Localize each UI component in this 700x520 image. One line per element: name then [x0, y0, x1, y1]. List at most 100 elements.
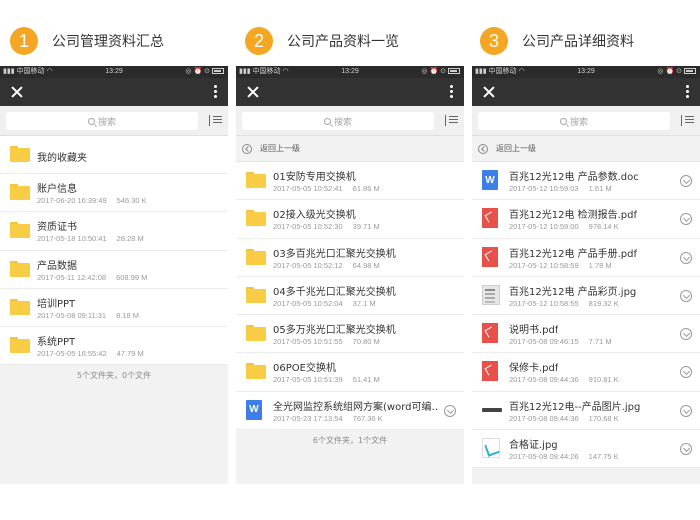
search-input[interactable]: 搜索 [242, 112, 434, 130]
chevron-down-icon[interactable] [680, 251, 692, 264]
item-meta: 2017-06-20 16:39:49 546.30 K [37, 196, 147, 205]
back-to-parent[interactable]: 返回上一级 [236, 136, 464, 162]
phone-screen-1: ▮▮▮ 中国移动 ◠ 13:29 ◎ ⏰ ⊙ 搜索 我的收藏夹 账户信息 201… [0, 66, 228, 484]
item-name: 06POE交换机 [273, 363, 336, 375]
list-item[interactable]: 系统PPT 2017-05-05 16:55:42 47.79 M [0, 327, 228, 366]
item-name: 百兆12光12电 检测报告.pdf [509, 210, 638, 222]
pdf-icon [482, 246, 498, 267]
item-meta: 2017-05-08 09:44:36 170.68 K [509, 413, 619, 423]
list-item-file[interactable]: W 百兆12光12电 产品参数.doc 2017-05-12 10:59:03 1… [472, 162, 700, 201]
list-item[interactable]: 培训PPT 2017-05-08 09:11:31 8.18 M [0, 288, 228, 328]
list-item-file[interactable]: 百兆12光12电 产品手册.pdf 2017-05-12 10:58:59 1.7… [472, 238, 700, 277]
top-toolbar [236, 78, 464, 106]
sort-icon[interactable] [680, 114, 694, 128]
chevron-down-icon[interactable] [444, 404, 456, 417]
item-name: 我的收藏夹 [37, 153, 87, 164]
list-item[interactable]: 03多百兆光口汇聚光交换机 2017-05-05 10:52:12 64.98 M [236, 238, 464, 277]
folder-icon [10, 298, 30, 315]
step-3-header: 3 公司产品详细资料 [480, 26, 634, 56]
item-meta: 2017-05-05 10:51:39 51.41 M [273, 375, 380, 385]
back-arrow-icon [478, 143, 488, 154]
item-meta: 2017-05-08 09:11:31 8.18 M [37, 310, 140, 320]
list-item-file[interactable]: 说明书.pdf 2017-05-08 09:46:15 7.71 M [472, 315, 700, 354]
list-item[interactable]: 05多万兆光口汇聚光交换机 2017-05-05 10:51:55 70.80 M [236, 315, 464, 354]
more-menu-icon[interactable] [214, 85, 218, 99]
folder-icon [10, 260, 30, 277]
list-item[interactable]: 06POE交换机 2017-05-05 10:51:39 51.41 M [236, 353, 464, 392]
search-input[interactable]: 搜索 [478, 112, 670, 130]
search-bar: 搜索 [236, 106, 464, 136]
list-item-favorites[interactable]: 我的收藏夹 [0, 136, 228, 174]
status-bar: ▮▮▮ 中国移动 ◠ 13:29 ◎ ⏰ ⊙ [0, 66, 228, 78]
list-item[interactable]: 02接入级光交换机 2017-05-05 10:52:30 39.71 M [236, 200, 464, 239]
list-item[interactable]: 账户信息 2017-06-20 16:39:49 546.30 K [0, 174, 228, 213]
step-title: 公司管理资料汇总 [52, 34, 164, 50]
list-footer-count: 5个文件夹，0个文件 [0, 365, 228, 388]
item-meta: 2017-05-08 09:44:26 147.75 K [509, 452, 619, 462]
back-to-parent[interactable]: 返回上一级 [472, 136, 700, 162]
item-meta: 2017-05-23 17:13:54 767.36 K [273, 413, 383, 423]
search-icon [559, 117, 567, 125]
search-input[interactable]: 搜索 [6, 112, 198, 130]
list-item-file[interactable]: 百兆12光12电 检测报告.pdf 2017-05-12 10:59:00 978… [472, 200, 700, 239]
item-name: 百兆12光12电 产品手册.pdf [509, 248, 638, 260]
chevron-down-icon[interactable] [680, 213, 692, 226]
list-item-file[interactable]: 百兆12光12电 产品彩页.jpg 2017-05-12 10:58:55 819… [472, 276, 700, 316]
item-name: 02接入级光交换机 [273, 210, 356, 222]
chevron-down-icon[interactable] [680, 328, 692, 341]
battery-icon [684, 68, 696, 75]
close-icon[interactable] [480, 82, 500, 102]
status-bar: ▮▮▮ 中国移动 ◠ 13:29 ◎ ⏰ ⊙ [472, 66, 700, 78]
item-name: 百兆12光12电 产品彩页.jpg [509, 286, 637, 298]
back-label: 返回上一级 [260, 144, 300, 153]
item-meta: 2017-05-12 10:59:03 1.61 M [509, 184, 612, 193]
certificate-thumbnail-icon [482, 438, 500, 459]
item-name: 01安防专用交换机 [273, 172, 356, 183]
more-menu-icon[interactable] [450, 85, 454, 99]
item-name: 资质证书 [37, 222, 77, 234]
list-item[interactable]: 01安防专用交换机 2017-05-05 10:52:41 61.86 M [236, 162, 464, 201]
status-icons: ◎ ⏰ ⊙ [657, 66, 696, 78]
list-item-file[interactable]: 百兆12光12电--产品图片.jpg 2017-05-08 09:44:36 17… [472, 391, 700, 431]
list-item[interactable]: 资质证书 2017-05-18 10:50:41 28.28 M [0, 212, 228, 251]
item-name: 合格证.jpg [509, 440, 558, 452]
list-item[interactable]: 04多千兆光口汇聚光交换机 2017-05-05 10:52:04 37.1 M [236, 276, 464, 316]
back-arrow-icon [242, 143, 252, 154]
folder-icon [246, 286, 266, 303]
item-meta: 2017-05-12 10:58:55 819.32 K [509, 298, 619, 308]
chevron-down-icon[interactable] [680, 443, 692, 456]
back-label: 返回上一级 [496, 144, 536, 153]
item-name: 账户信息 [37, 184, 77, 195]
folder-icon [246, 363, 266, 380]
step-number: 2 [245, 27, 273, 55]
list-item-file[interactable]: 保修卡.pdf 2017-05-08 09:44:36 910.81 K [472, 353, 700, 392]
word-doc-icon: W [246, 399, 262, 420]
step-title: 公司产品详细资料 [522, 34, 634, 50]
more-menu-icon[interactable] [686, 85, 690, 99]
item-meta: 2017-05-05 10:52:30 39.71 M [273, 222, 380, 232]
close-icon[interactable] [244, 82, 264, 102]
battery-icon [212, 68, 224, 75]
step-number: 1 [10, 27, 38, 55]
image-thumbnail-icon [482, 284, 500, 305]
chevron-down-icon[interactable] [680, 289, 692, 302]
list-footer-count: 6个文件夹，1个文件 [236, 430, 464, 453]
chevron-down-icon[interactable] [680, 404, 692, 417]
chevron-down-icon[interactable] [680, 175, 692, 187]
item-meta: 2017-05-08 09:44:36 910.81 K [509, 375, 619, 385]
sort-icon[interactable] [208, 114, 222, 128]
list-item-file[interactable]: W 全光网监控系统组网方案(word可编… 2017-05-23 17:13:5… [236, 391, 464, 431]
list-item-file[interactable]: 合格证.jpg 2017-05-08 09:44:26 147.75 K [472, 430, 700, 469]
close-icon[interactable] [8, 82, 28, 102]
step-1-header: 1 公司管理资料汇总 [10, 26, 164, 56]
item-meta: 2017-05-05 10:51:55 70.80 M [273, 337, 380, 347]
item-name: 04多千兆光口汇聚光交换机 [273, 286, 396, 298]
list-item[interactable]: 产品数据 2017-05-11 12:42:08 608.99 M [0, 250, 228, 289]
top-toolbar [0, 78, 228, 106]
sort-icon[interactable] [444, 114, 458, 128]
folder-icon [10, 146, 30, 162]
status-icons: ◎ ⏰ ⊙ [185, 66, 224, 78]
search-placeholder: 搜索 [569, 117, 588, 128]
item-name: 系统PPT [37, 337, 76, 349]
chevron-down-icon[interactable] [680, 366, 692, 379]
